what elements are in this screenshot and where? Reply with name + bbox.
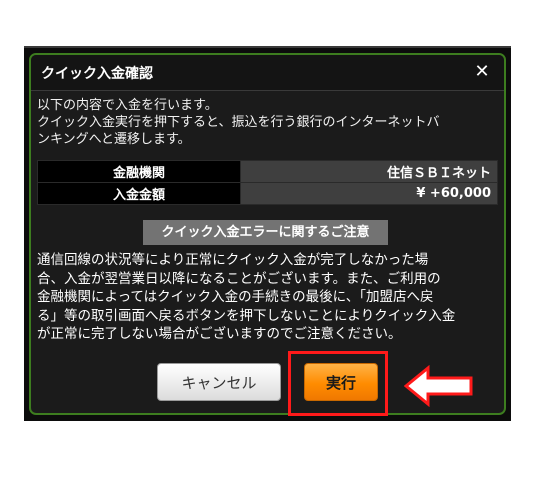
deposit-info-table: 金融機関 住信ＳＢＩネット 入金金額 ¥ +60,000 <box>37 160 498 205</box>
dialog-title-bar: クイック入金確認 ✕ <box>31 55 504 91</box>
row-value-amount: ¥ +60,000 <box>240 182 498 205</box>
intro-text: 以下の内容で入金を行います。 クイック入金実行を押下すると、振込を行う銀行のイン… <box>37 97 497 148</box>
body-line: 金融機関によってはクイック入金の手続きの最後に、「加盟店へ戻 <box>37 289 434 306</box>
intro-line: クイック入金実行を押下すると、振込を行う銀行のインターネットバ <box>37 115 440 130</box>
body-line: る」等の取引画面へ戻るボタンを押下しないことによりクイック入金 <box>37 307 456 324</box>
annotation-highlight-box <box>288 351 388 416</box>
quick-deposit-dialog: クイック入金確認 ✕ 以下の内容で入金を行います。 クイック入金実行を押下すると… <box>29 53 506 415</box>
row-label-amount: 入金金額 <box>37 182 241 205</box>
close-icon[interactable]: ✕ <box>472 61 492 83</box>
body-line: 通信回線の状況等により正常にクイック入金が完了しなかった場 <box>37 252 429 268</box>
notice-body-text: 通信回線の状況等により正常にクイック入金が完了しなかった場 合、入金が翌営業日以… <box>37 251 499 344</box>
body-line: 合、入金が翌営業日以降になることがございます。また、ご利用の <box>37 270 441 287</box>
intro-line: 以下の内容で入金を行います。 <box>37 98 218 113</box>
screenshot-canvas: クイック入金確認 ✕ 以下の内容で入金を行います。 クイック入金実行を押下すると… <box>0 0 555 482</box>
dialog-title: クイック入金確認 <box>41 66 153 82</box>
table-row: 入金金額 ¥ +60,000 <box>37 182 498 205</box>
intro-line: ンキングへと遷移します。 <box>37 132 191 147</box>
table-row: 金融機関 住信ＳＢＩネット <box>37 160 498 183</box>
row-value-institution: 住信ＳＢＩネット <box>240 160 498 183</box>
row-label-institution: 金融機関 <box>37 160 241 183</box>
error-notice-label: クイック入金エラーに関するご注意 <box>143 220 388 245</box>
cancel-button[interactable]: キャンセル <box>157 363 281 401</box>
outline-arrow-left-icon <box>404 365 473 407</box>
body-line: が正常に完了しない場合がございますのでご注意ください。 <box>37 326 402 343</box>
backdrop-top-edge <box>24 46 511 48</box>
